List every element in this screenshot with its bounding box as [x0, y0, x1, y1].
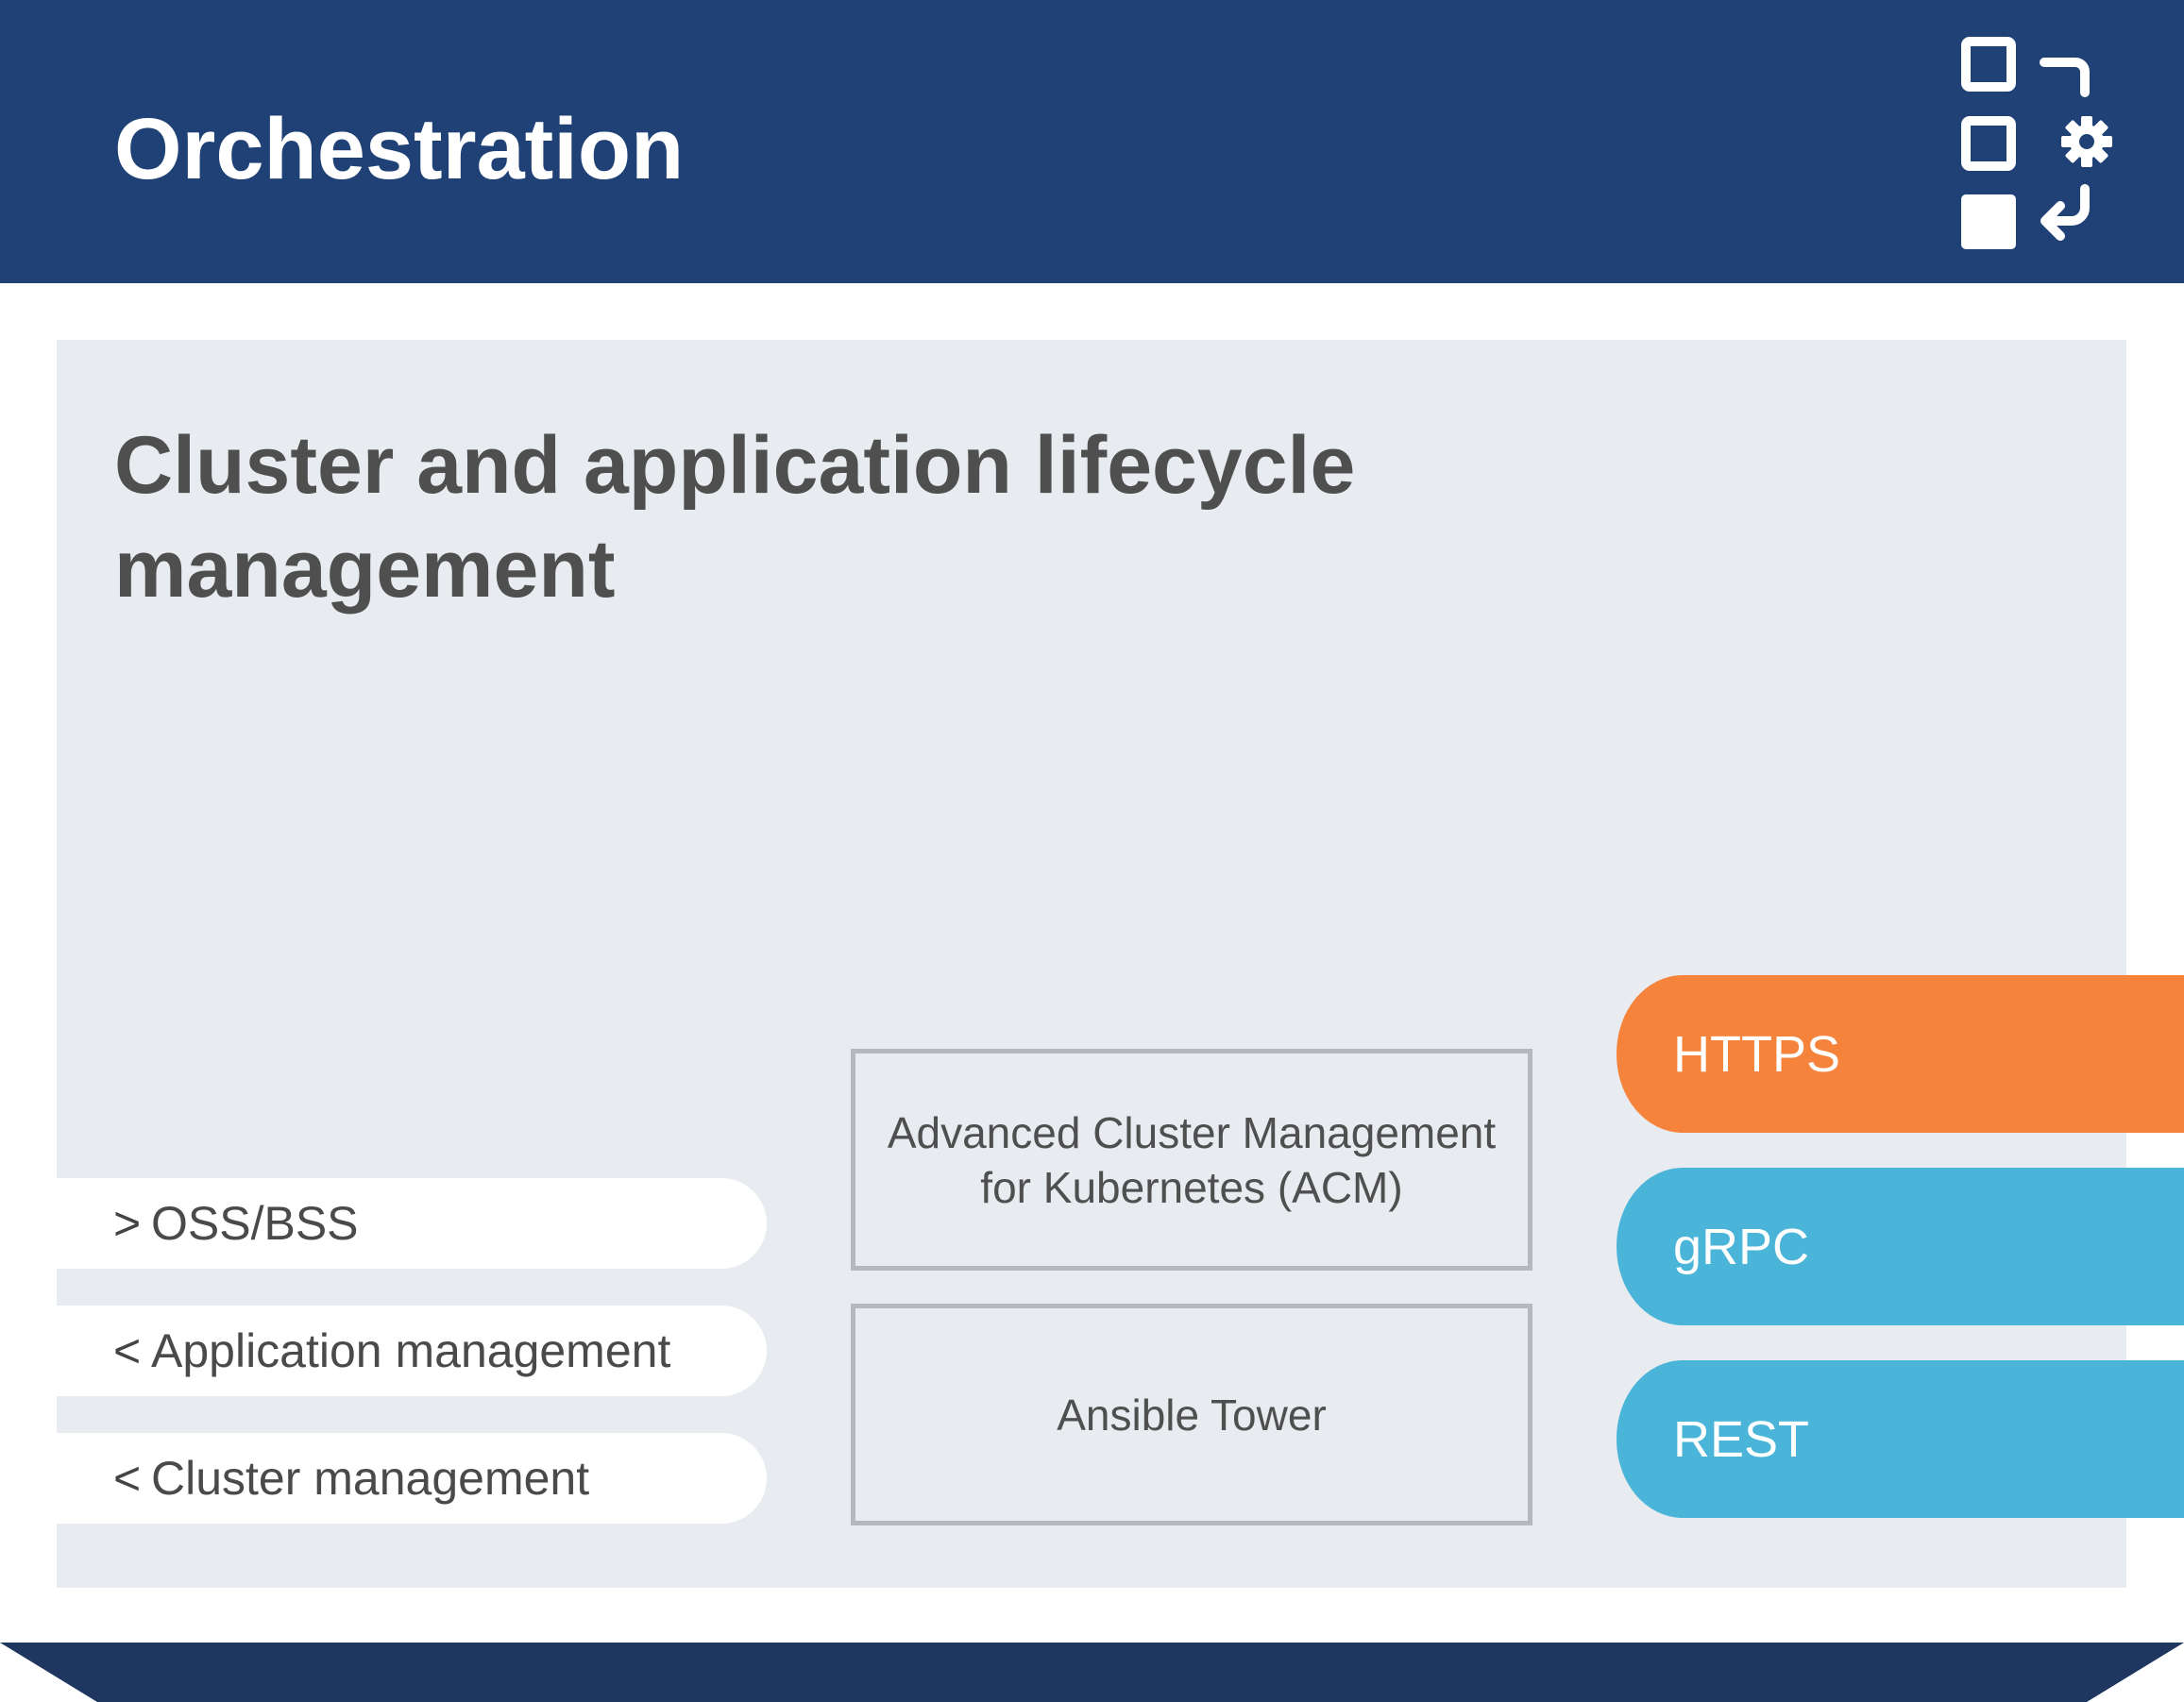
footer-bar	[0, 1643, 2184, 1702]
chevron-right-icon: >	[113, 1197, 142, 1250]
interface-label: OSS/BSS	[151, 1197, 359, 1250]
interface-oss-bss: > OSS/BSS	[57, 1178, 767, 1269]
interface-label: Application management	[151, 1324, 671, 1377]
orchestration-icon	[1961, 37, 2112, 249]
ansible-tower-label: Ansible Tower	[1057, 1390, 1327, 1440]
panel-title: Cluster and application lifecycle manage…	[114, 420, 1356, 615]
page-title: Orchestration	[114, 101, 685, 197]
header-bar: Orchestration	[0, 0, 2184, 283]
interface-application-management: < Application management	[57, 1306, 767, 1396]
chevron-left-icon: <	[113, 1324, 142, 1377]
ansible-tower-box: Ansible Tower	[851, 1304, 1532, 1525]
chevron-left-icon: <	[113, 1452, 142, 1505]
protocol-label: gRPC	[1673, 1218, 1810, 1275]
protocol-https: HTTPS	[1617, 975, 2184, 1133]
protocol-label: HTTPS	[1673, 1025, 1841, 1083]
acm-label-line2: for Kubernetes (ACM)	[980, 1162, 1403, 1212]
interface-label: Cluster management	[151, 1452, 590, 1505]
acm-box: Advanced Cluster Management for Kubernet…	[851, 1049, 1532, 1271]
protocol-label: REST	[1673, 1410, 1810, 1468]
acm-label-line1: Advanced Cluster Management	[887, 1107, 1497, 1157]
protocol-grpc: gRPC	[1617, 1168, 2184, 1325]
interface-cluster-management: < Cluster management	[57, 1433, 767, 1524]
protocol-rest: REST	[1617, 1360, 2184, 1518]
